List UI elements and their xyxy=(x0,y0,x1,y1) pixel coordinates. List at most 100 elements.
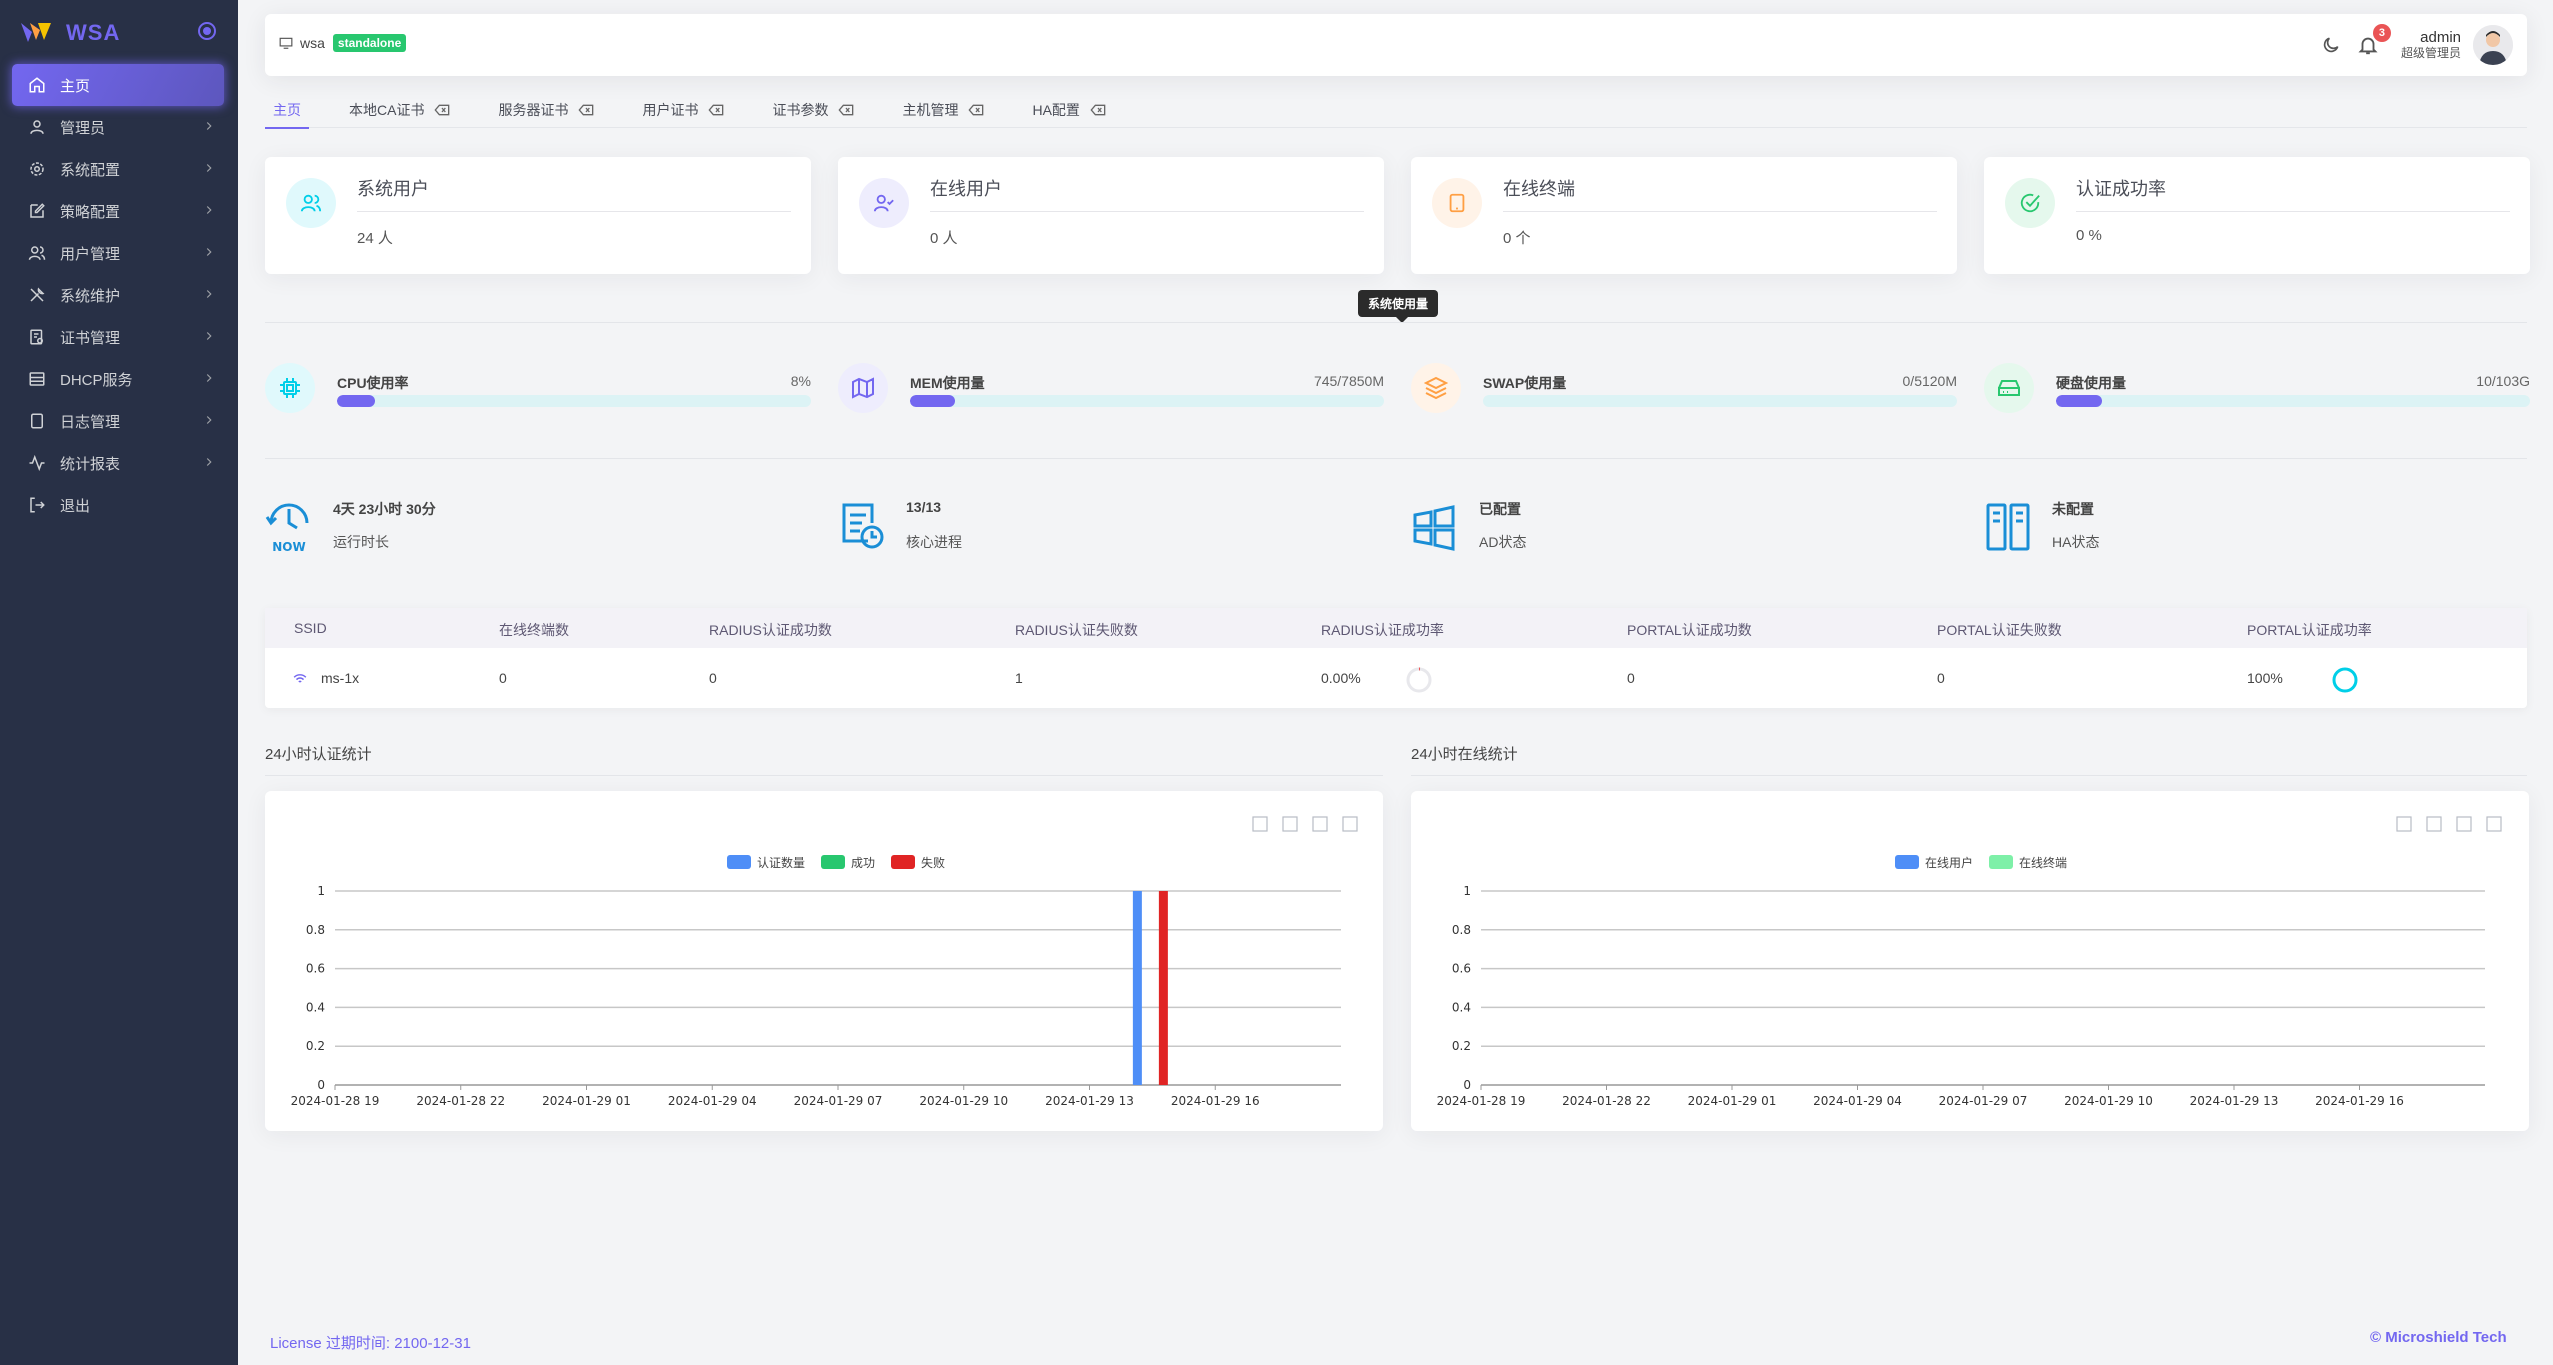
chart-tool-icon[interactable] xyxy=(2486,816,2502,832)
svg-text:NOW: NOW xyxy=(272,540,305,553)
legend-swatch[interactable] xyxy=(821,855,845,869)
sidebar-item-label: 退出 xyxy=(60,497,91,515)
sidebar-item-system-maintenance[interactable]: 系统维护 xyxy=(12,274,224,316)
x-tick-label: 2024-01-28 22 xyxy=(1562,1094,1651,1108)
brand-name: WSA xyxy=(66,20,121,45)
tab-local-ca-cert[interactable]: 本地CA证书 xyxy=(341,92,458,128)
sidebar-item-label: 证书管理 xyxy=(60,329,121,347)
chart-tool-icon[interactable] xyxy=(1282,816,1298,832)
usage-value: 10/103G xyxy=(2476,373,2530,389)
tab-label: 证书参数 xyxy=(772,101,829,118)
column-header: PORTAL认证成功率 xyxy=(2247,622,2372,638)
sidebar-item-admin[interactable]: 管理员 xyxy=(12,106,224,148)
legend-swatch[interactable] xyxy=(1895,855,1919,869)
check-circle-icon xyxy=(2005,178,2055,228)
monitor-icon xyxy=(279,37,293,49)
tab-close-icon[interactable] xyxy=(968,104,984,116)
column-header: RADIUS认证成功率 xyxy=(1321,622,1444,638)
x-tick-label: 2024-01-29 07 xyxy=(1939,1094,2028,1108)
chevron-right-icon xyxy=(206,416,212,424)
stat-card-system-users: 系统用户 24 人 xyxy=(265,157,811,274)
tab-close-icon[interactable] xyxy=(1090,104,1106,116)
chart-tool-icon[interactable] xyxy=(2456,816,2472,832)
stat-divider xyxy=(1503,211,1937,212)
sysinfo-value: 4天 23小时 30分 xyxy=(333,501,436,517)
stat-value: 0 人 xyxy=(930,230,958,247)
user-icon xyxy=(28,118,46,136)
user-menu[interactable]: admin 超级管理员 xyxy=(2401,30,2461,60)
online-chart-card: 在线用户 在线终端 0 0.2 0.4 0.6 0.8 1 2024-01-28 19 2024-… xyxy=(1411,791,2529,1131)
legend-swatch[interactable] xyxy=(891,855,915,869)
chart-tool-icon[interactable] xyxy=(2396,816,2412,832)
tab-host-management[interactable]: 主机管理 xyxy=(894,92,992,128)
sidebar-item-logout[interactable]: 退出 xyxy=(12,484,224,526)
brand[interactable]: WSA xyxy=(20,18,120,48)
sidebar-item-dhcp-service[interactable]: DHCP服务 xyxy=(12,358,224,400)
cell-ssid: ms-1x xyxy=(321,670,360,686)
sidebar-item-home[interactable]: 主页 xyxy=(12,64,224,106)
moon-icon[interactable] xyxy=(2321,35,2341,55)
usage-bar xyxy=(2056,395,2530,407)
usage-label: MEM使用量 xyxy=(910,375,985,391)
top-navbar: wsa standalone 3 admin 超级管理员 xyxy=(265,14,2527,76)
license-info: License 过期时间: 2100-12-31 xyxy=(270,1335,471,1352)
tab-close-icon[interactable] xyxy=(578,104,594,116)
sidebar-item-certificate-management[interactable]: 证书管理 xyxy=(12,316,224,358)
chart-tool-icon[interactable] xyxy=(1342,816,1358,832)
y-tick-label: 1 xyxy=(1463,884,1471,898)
online-stats-title: 24小时在线统计 xyxy=(1411,746,1518,763)
tab-user-cert[interactable]: 用户证书 xyxy=(634,92,732,128)
bar[interactable] xyxy=(1158,891,1168,1085)
sidebar-item-system-config[interactable]: 系统配置 xyxy=(12,148,224,190)
chart-toolbox[interactable] xyxy=(1252,816,1358,832)
tab-server-cert[interactable]: 服务器证书 xyxy=(490,92,602,128)
usage-cpu: CPU使用率 8% xyxy=(265,360,811,416)
tab-close-icon[interactable] xyxy=(838,104,854,116)
x-tick-label: 2024-01-29 16 xyxy=(2315,1094,2404,1108)
sidebar-item-log-management[interactable]: 日志管理 xyxy=(12,400,224,442)
tab-close-icon[interactable] xyxy=(434,104,450,116)
column-header: PORTAL认证成功数 xyxy=(1627,622,1752,638)
bar[interactable] xyxy=(1132,891,1142,1085)
chart-toolbox[interactable] xyxy=(2396,816,2502,832)
chevron-right-icon xyxy=(206,290,212,298)
column-header: 在线终端数 xyxy=(499,622,569,638)
sidebar: WSA 主页 管理员 系统配置 策略配置 用户管理 系统维护 证书管理 DHCP… xyxy=(0,0,238,1365)
users-icon xyxy=(28,244,46,262)
user-name: admin xyxy=(2420,29,2461,47)
legend-label: 在线用户 xyxy=(1925,855,1973,870)
usage-disk: 硬盘使用量 10/103G xyxy=(1984,360,2530,416)
notifications-button[interactable]: 3 xyxy=(2357,24,2391,56)
section-divider xyxy=(265,458,2527,459)
sidebar-item-statistics[interactable]: 统计报表 xyxy=(12,442,224,484)
avatar[interactable] xyxy=(2473,25,2513,65)
x-tick-label: 2024-01-28 19 xyxy=(1437,1094,1526,1108)
tablet-icon xyxy=(1432,178,1482,228)
legend-swatch[interactable] xyxy=(727,855,751,869)
sidebar-item-user-management[interactable]: 用户管理 xyxy=(12,232,224,274)
stat-card-online-terminals: 在线终端 0 个 xyxy=(1411,157,1957,274)
copyright: © Microshield Tech xyxy=(2370,1329,2507,1346)
sidebar-item-policy-config[interactable]: 策略配置 xyxy=(12,190,224,232)
legend-swatch[interactable] xyxy=(1989,855,2013,869)
host-indicator: wsa standalone xyxy=(279,34,407,52)
clock-now-icon: NOW xyxy=(265,503,309,553)
tab-close-icon[interactable] xyxy=(708,104,724,116)
chart-tool-icon[interactable] xyxy=(1252,816,1268,832)
column-header: PORTAL认证失败数 xyxy=(1937,622,2062,638)
sidebar-nav: 主页 管理员 系统配置 策略配置 用户管理 系统维护 证书管理 DHCP服务 日… xyxy=(12,64,224,526)
stat-value: 0 % xyxy=(2076,227,2102,244)
chevron-right-icon xyxy=(206,458,212,466)
y-tick-label: 0.8 xyxy=(306,923,325,937)
tab-ha-config[interactable]: HA配置 xyxy=(1024,92,1113,128)
tab-home[interactable]: 主页 xyxy=(265,92,309,129)
tab-cert-params[interactable]: 证书参数 xyxy=(764,92,862,128)
tab-label: 用户证书 xyxy=(642,101,699,118)
sysinfo-label: 运行时长 xyxy=(333,534,389,550)
usage-value: 745/7850M xyxy=(1313,373,1384,389)
chart-tool-icon[interactable] xyxy=(1312,816,1328,832)
chart-tool-icon[interactable] xyxy=(2426,816,2442,832)
x-tick-label: 2024-01-29 04 xyxy=(1813,1094,1902,1108)
sidebar-collapse-toggle[interactable] xyxy=(198,22,216,40)
auth-stats-title: 24小时认证统计 xyxy=(265,746,372,763)
